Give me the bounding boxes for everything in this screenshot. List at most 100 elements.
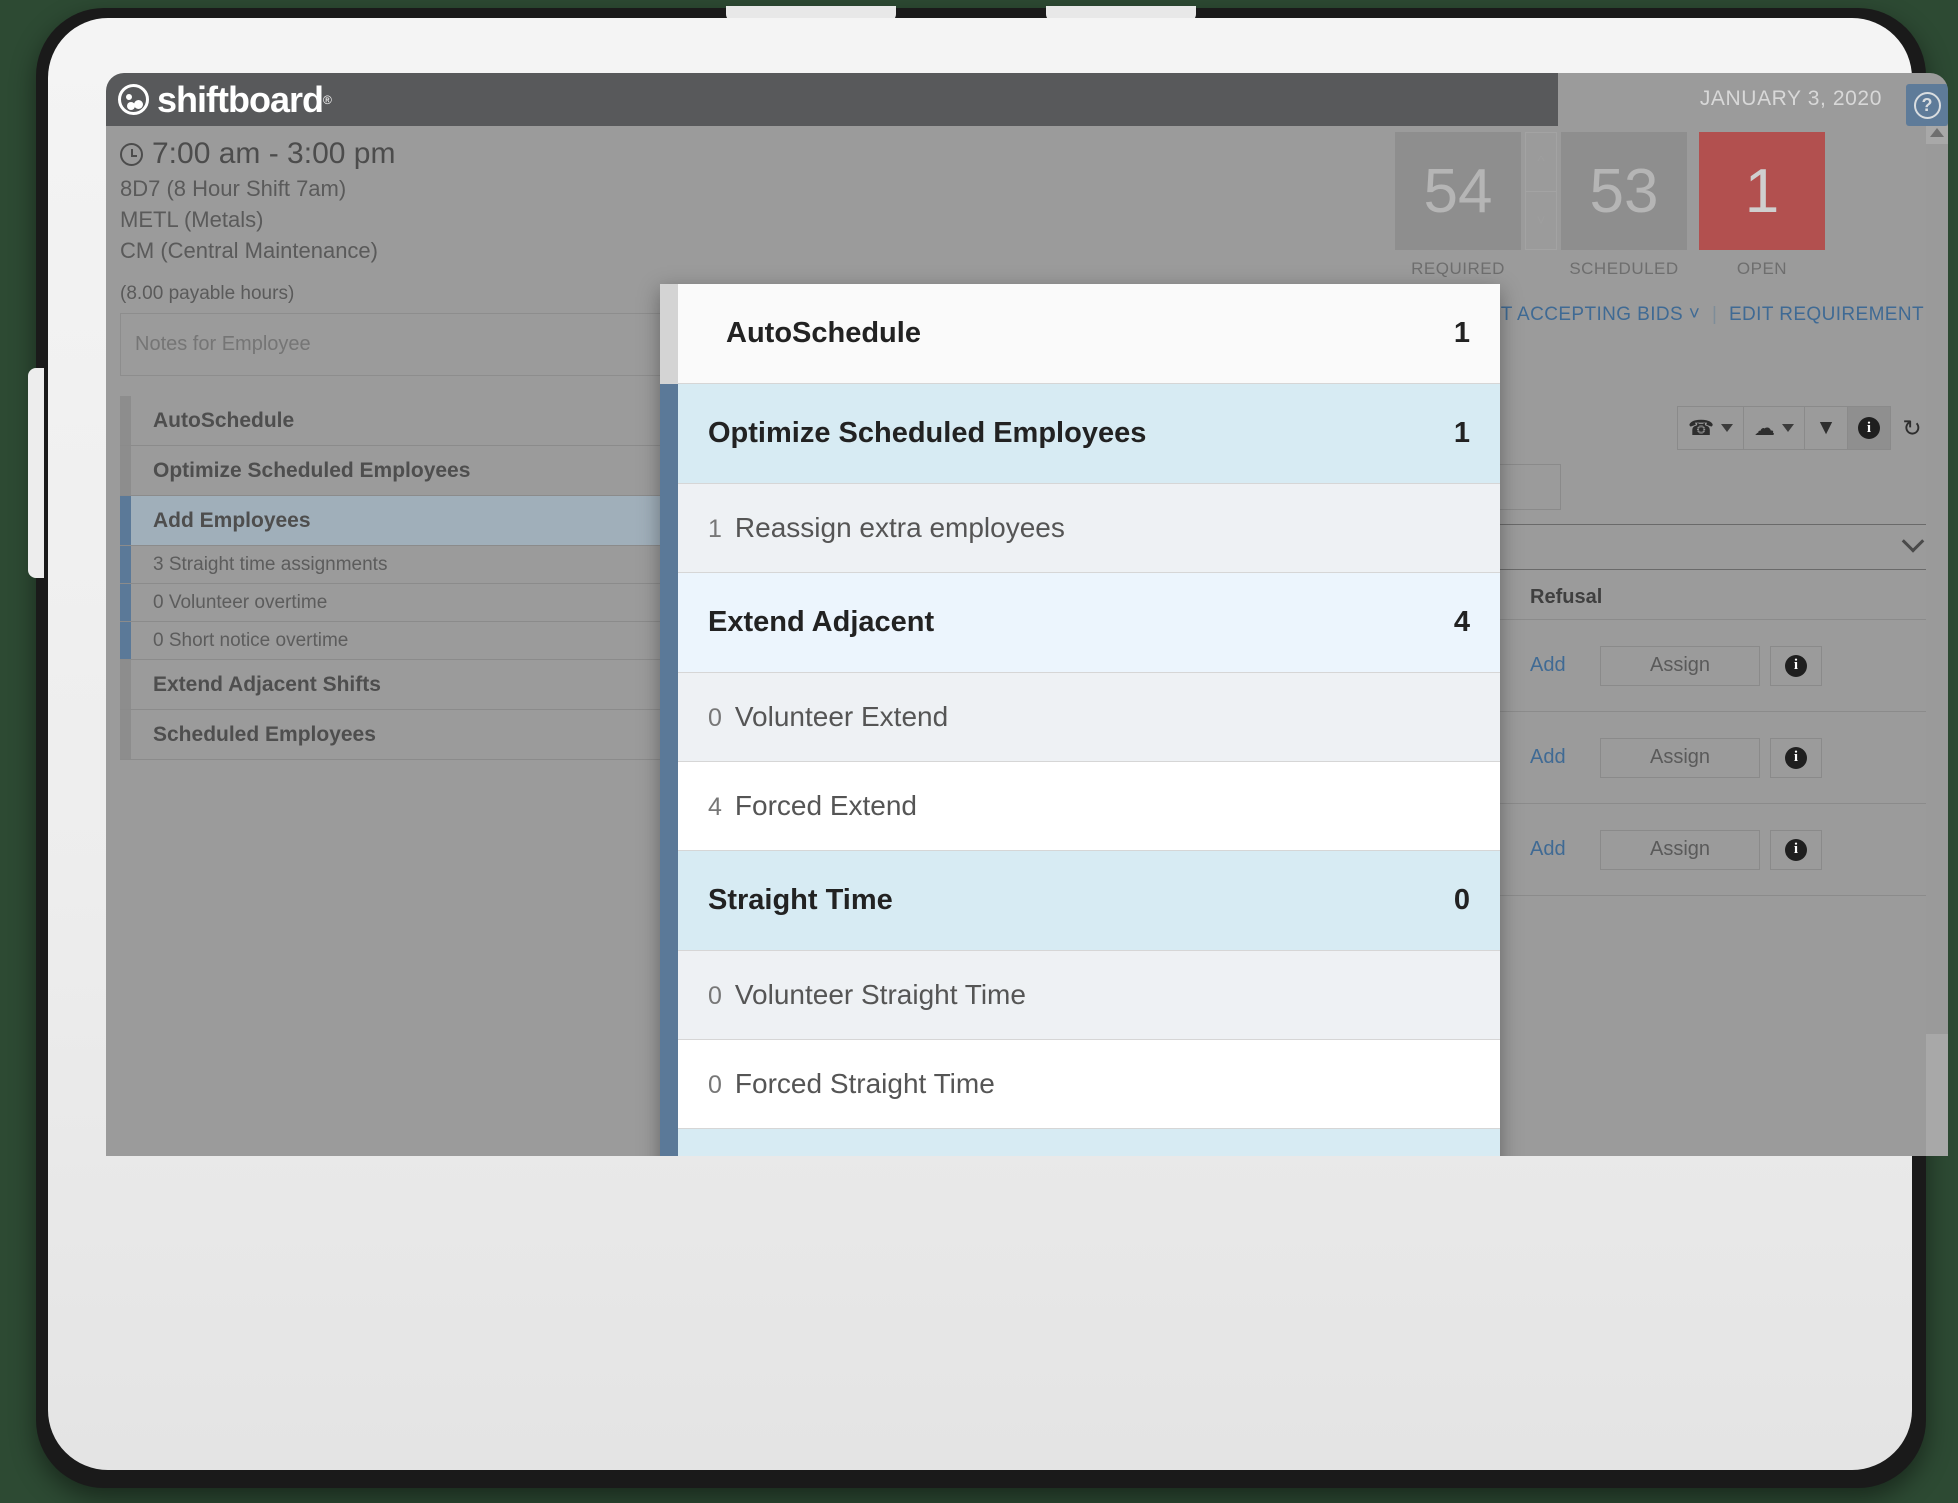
bid-actions: NOT ACCEPTING BIDS ˅ | EDIT REQUIREMENT [1471, 304, 1924, 326]
popup-item-count: 1 [708, 515, 722, 543]
chevron-down-icon[interactable]: ˅ [1689, 304, 1701, 325]
divider: | [1711, 304, 1718, 325]
stat-open-value: 1 [1699, 132, 1825, 250]
phone-dropdown-button[interactable]: ☎ [1676, 406, 1744, 450]
assign-button[interactable]: Assign [1600, 645, 1760, 686]
help-button[interactable]: ? [1906, 84, 1948, 126]
vertical-scrollbar[interactable] [1926, 126, 1948, 1156]
accordion-label: Add Employees [153, 508, 311, 532]
edit-requirement-link[interactable]: EDIT REQUIREMENT [1729, 304, 1924, 325]
info-icon: i [1785, 838, 1807, 861]
chevron-down-icon [1782, 424, 1794, 432]
stat-scheduled-value: 53 [1561, 132, 1687, 250]
info-icon: i [1785, 746, 1807, 769]
popup-group-overtime[interactable]: Overtime 4 [678, 1129, 1500, 1156]
row-info-button[interactable]: i [1770, 829, 1822, 870]
stat-required: 54 REQUIRED [1395, 132, 1521, 279]
add-refusal-link[interactable]: Add [1530, 746, 1600, 769]
popup-item-volunteer-straight-time[interactable]: 0 Volunteer Straight Time [678, 951, 1500, 1040]
refresh-icon: ↻ [1902, 414, 1922, 441]
device-side-button[interactable] [28, 368, 44, 578]
popup-group-count: 1 [1453, 417, 1470, 449]
not-accepting-bids-dropdown[interactable]: NOT ACCEPTING BIDS [1471, 304, 1683, 325]
popup-item-label: Reassign extra employees [734, 512, 1065, 543]
cloud-download-icon: ☁ [1754, 416, 1775, 440]
popup-group-straight-time[interactable]: Straight Time 0 [678, 851, 1500, 951]
accordion-label: Optimize Scheduled Employees [153, 458, 471, 482]
add-refusal-link[interactable]: Add [1530, 654, 1600, 677]
accordion-label: Extend Adjacent Shifts [153, 672, 381, 696]
popup-group-optimize-scheduled-employees[interactable]: Optimize Scheduled Employees 1 [678, 384, 1500, 484]
row-info-button[interactable]: i [1770, 645, 1822, 686]
row-info-button[interactable]: i [1770, 737, 1822, 778]
popup-item-reassign-extra-employees[interactable]: 1 Reassign extra employees [678, 484, 1500, 573]
popup-item-count: 0 [708, 982, 722, 1010]
accordion-label: Scheduled Employees [153, 722, 376, 746]
logo-wordmark: shiftboard [157, 78, 324, 120]
popup-group-count: 4 [1453, 606, 1470, 638]
accordion-stripe [120, 396, 131, 445]
info-toggle-button[interactable]: i [1847, 406, 1891, 450]
accordion-sub-label: 0 Short notice overtime [153, 629, 349, 651]
accordion-stripe [120, 546, 131, 583]
download-dropdown-button[interactable]: ☁ [1743, 406, 1805, 450]
filter-button[interactable]: ▼ [1804, 406, 1848, 450]
popup-item-label: Forced Straight Time [734, 1068, 995, 1099]
scrollbar-thumb[interactable] [1926, 144, 1948, 1034]
shift-area: CM (Central Maintenance) [120, 238, 378, 263]
popup-item-forced-extend[interactable]: 4 Forced Extend [678, 762, 1500, 851]
chevron-down-icon [1721, 424, 1733, 432]
popup-item-label: Volunteer Extend [734, 701, 949, 732]
assign-button[interactable]: Assign [1600, 737, 1760, 778]
shift-stats: 54 REQUIRED ^ ˅ 53 SCHEDULED 1 OPEN [1395, 132, 1825, 279]
required-stepper[interactable]: ^ ˅ [1525, 132, 1557, 250]
tablet-bezel: shiftboard ® JANUARY 3, 2020 ? 7:00 am -… [48, 18, 1948, 1470]
popup-group-extend-adjacent[interactable]: Extend Adjacent 4 [678, 573, 1500, 673]
app-header: shiftboard ® [106, 73, 1558, 126]
stat-required-label: REQUIRED [1411, 259, 1505, 278]
clock-icon [120, 142, 143, 166]
info-icon: i [1858, 417, 1880, 439]
info-icon: i [1785, 654, 1807, 677]
scheduling-options-popup: AutoSchedule 1 Optimize Scheduled Employ… [660, 284, 1500, 1156]
stepper-up-icon[interactable]: ^ [1526, 133, 1556, 192]
popup-item-label: Forced Extend [734, 790, 918, 821]
popup-group-count: 0 [1453, 884, 1470, 916]
shift-time-range: 7:00 am - 3:00 pm [152, 137, 396, 170]
popup-group-label: Straight Time [708, 884, 893, 916]
stat-scheduled: 53 SCHEDULED [1561, 132, 1687, 279]
shift-code: 8D7 (8 Hour Shift 7am) [120, 176, 347, 201]
accordion-stripe [120, 622, 131, 659]
chevron-down-icon [1901, 530, 1925, 553]
popup-item-count: 0 [708, 704, 722, 732]
tablet-device-frame: shiftboard ® JANUARY 3, 2020 ? 7:00 am -… [28, 6, 1948, 1488]
stat-required-value: 54 [1395, 132, 1521, 250]
popup-group-autoschedule[interactable]: AutoSchedule 1 [660, 284, 1500, 384]
popup-accent-bar [660, 284, 678, 1156]
popup-group-label: AutoSchedule [726, 317, 921, 349]
popup-item-forced-straight-time[interactable]: 0 Forced Straight Time [678, 1040, 1500, 1129]
popup-item-label: Volunteer Straight Time [734, 979, 1026, 1010]
popup-group-count: 1 [1453, 317, 1470, 349]
accordion-stripe [120, 446, 131, 495]
popup-item-count: 4 [708, 793, 722, 821]
stat-open-label: OPEN [1736, 259, 1788, 278]
popup-item-count: 0 [708, 1071, 722, 1099]
accordion-sub-label: 3 Straight time assignments [153, 553, 388, 575]
accordion-label: AutoSchedule [153, 408, 295, 432]
stat-open: 1 OPEN [1699, 132, 1825, 279]
add-refusal-link[interactable]: Add [1530, 838, 1600, 861]
phone-icon: ☎ [1687, 416, 1714, 440]
stat-scheduled-label: SCHEDULED [1569, 259, 1679, 278]
scroll-up-icon[interactable] [1930, 128, 1944, 137]
popup-group-label: Optimize Scheduled Employees [708, 417, 1147, 449]
shiftboard-logo[interactable]: shiftboard ® [118, 79, 332, 121]
popup-item-volunteer-extend[interactable]: 0 Volunteer Extend [678, 673, 1500, 762]
accordion-stripe [120, 496, 131, 545]
stepper-down-icon[interactable]: ˅ [1526, 192, 1556, 250]
column-header-refusal: Refusal [1530, 586, 1603, 608]
assign-button[interactable]: Assign [1600, 829, 1760, 870]
accordion-stripe [120, 660, 131, 709]
registered-trademark-icon: ® [323, 92, 332, 107]
question-mark-icon: ? [1913, 91, 1941, 119]
